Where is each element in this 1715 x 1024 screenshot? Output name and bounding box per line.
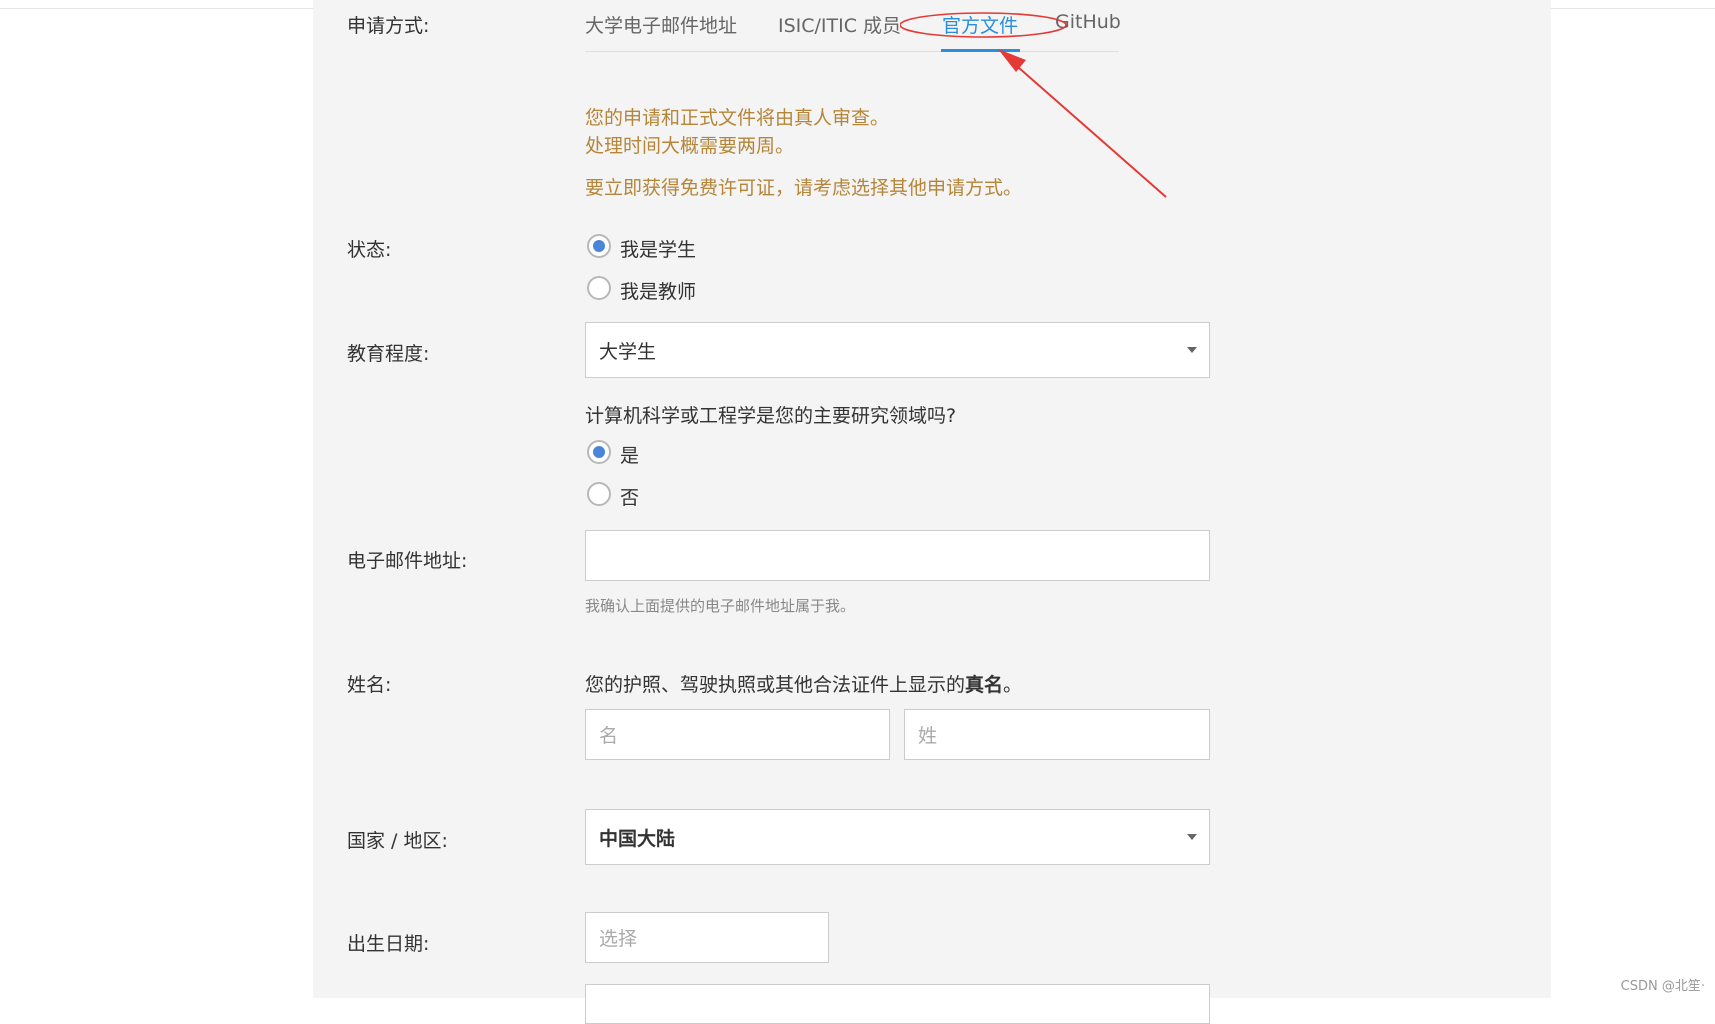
status-student-label[interactable]: 我是学生	[620, 235, 696, 262]
birthdate-placeholder: 选择	[599, 924, 637, 951]
first-name-input[interactable]: 名	[585, 709, 890, 760]
last-name-input[interactable]: 姓	[904, 709, 1210, 760]
field-yes-label[interactable]: 是	[620, 441, 639, 468]
name-note-text: 您的护照、驾驶执照或其他合法证件上显示的	[585, 674, 965, 696]
birthdate-label: 出生日期:	[347, 929, 429, 956]
name-note: 您的护照、驾驶执照或其他合法证件上显示的真名。	[585, 670, 1022, 697]
field-yes-radio[interactable]	[587, 440, 611, 464]
notice-line-review: 您的申请和正式文件将由真人审查。	[585, 103, 889, 130]
tab-university-email[interactable]: 大学电子邮件地址	[585, 11, 737, 38]
status-label: 状态:	[347, 235, 391, 262]
name-note-emphasis: 真名	[965, 674, 1003, 696]
name-note-period: 。	[1003, 674, 1022, 696]
notice-line-alternative: 要立即获得免费许可证，请考虑选择其他申请方式。	[585, 173, 1022, 200]
application-method-label: 申请方式:	[347, 11, 429, 38]
country-label: 国家 / 地区:	[347, 826, 448, 853]
last-name-placeholder: 姓	[918, 721, 937, 748]
chevron-down-icon	[1187, 834, 1197, 840]
field-question: 计算机科学或工程学是您的主要研究领域吗?	[585, 401, 956, 428]
email-input[interactable]	[585, 530, 1210, 581]
education-label: 教育程度:	[347, 339, 429, 366]
status-student-radio[interactable]	[587, 234, 611, 258]
status-teacher-label[interactable]: 我是教师	[620, 277, 696, 304]
birthdate-picker[interactable]: 选择	[585, 912, 829, 963]
watermark: CSDN @北笙·	[1621, 975, 1705, 994]
first-name-placeholder: 名	[599, 721, 618, 748]
name-label: 姓名:	[347, 670, 391, 697]
education-select[interactable]: 大学生	[585, 322, 1210, 378]
country-select[interactable]: 中国大陆	[585, 809, 1210, 865]
status-teacher-radio[interactable]	[587, 276, 611, 300]
next-field-partial[interactable]	[585, 984, 1210, 1024]
education-select-value: 大学生	[599, 337, 656, 364]
email-label: 电子邮件地址:	[347, 546, 467, 573]
tab-isic-itic[interactable]: ISIC/ITIC 成员	[778, 11, 901, 38]
chevron-down-icon	[1187, 347, 1197, 353]
country-select-value: 中国大陆	[599, 824, 675, 851]
field-no-label[interactable]: 否	[620, 483, 639, 510]
notice-line-duration: 处理时间大概需要两周。	[585, 131, 794, 158]
email-ownership-hint: 我确认上面提供的电子邮件地址属于我。	[585, 595, 855, 616]
field-no-radio[interactable]	[587, 482, 611, 506]
